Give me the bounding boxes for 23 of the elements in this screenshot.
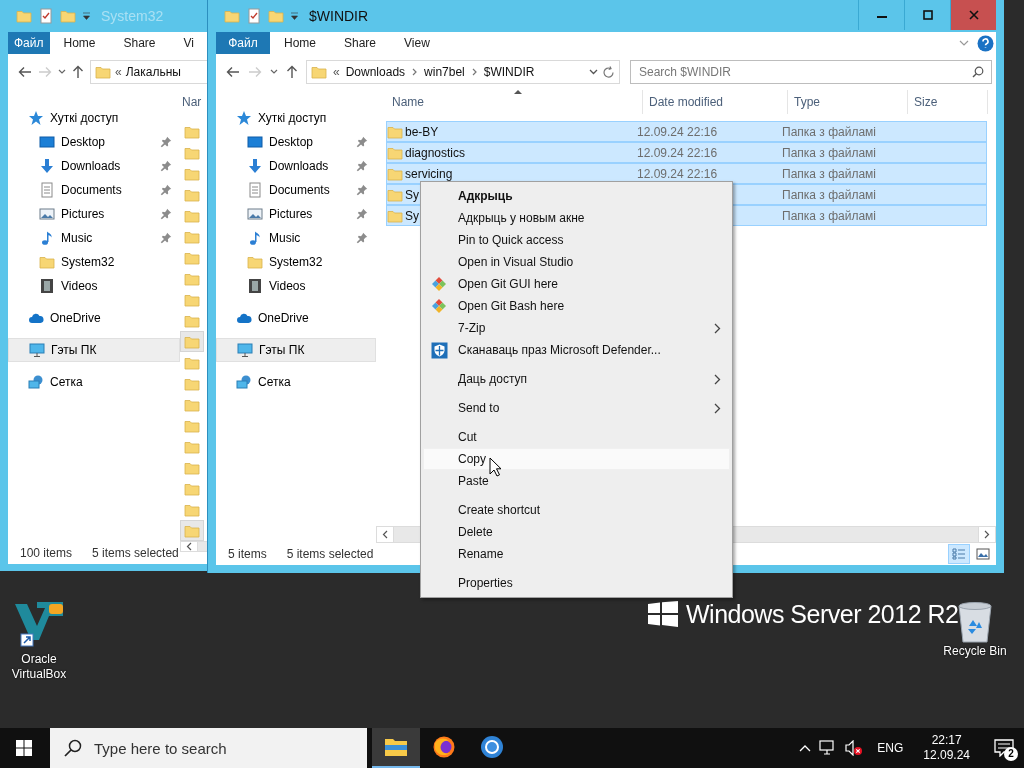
file-name: Sy — [405, 208, 419, 223]
file-type: Папка з файламі — [782, 207, 876, 225]
file-type: Папка з файламі — [782, 186, 876, 204]
file-date: 12.09.24 22:16 — [637, 165, 719, 183]
icon-label: Recycle Bin — [943, 644, 1007, 659]
file-type: Папка з файламі — [782, 123, 876, 141]
file-date: 12.09.24 22:16 — [637, 144, 719, 162]
file-name: servicing — [405, 166, 453, 181]
window-title: System32 — [101, 6, 164, 26]
status-text: 5 items selected — [92, 545, 179, 562]
icon-label: Oracle VirtualBox — [10, 652, 68, 682]
status-text: 5 items selected — [286, 546, 374, 563]
file-name: be-BY — [405, 124, 439, 139]
file-type: Папка з файламі — [782, 144, 876, 162]
status-text: 5 items — [228, 546, 267, 563]
notification-badge: 2 — [1004, 747, 1018, 761]
window-title: $WINDIR — [309, 6, 369, 26]
file-date: 12.09.24 22:16 — [637, 123, 719, 141]
status-text: 100 items — [20, 545, 73, 562]
file-name: diagnostics — [405, 145, 466, 160]
file-name: Sy — [405, 187, 419, 202]
branding-text: Windows Server 2012 R2 — [686, 601, 959, 627]
file-type: Папка з файламі — [782, 165, 876, 183]
